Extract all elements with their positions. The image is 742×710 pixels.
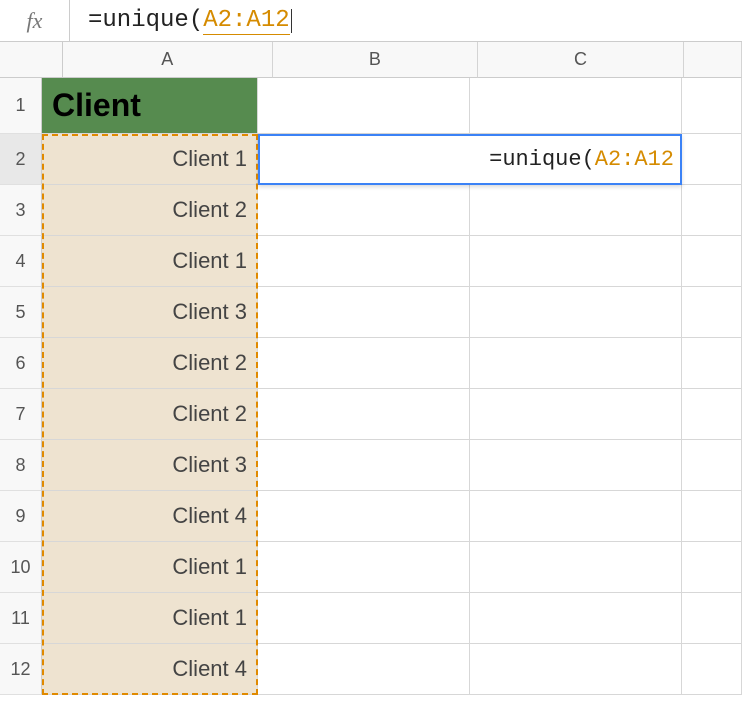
table-row: Client 4 [42, 491, 742, 542]
cell-a1[interactable]: Client [42, 78, 258, 134]
row-header-5[interactable]: 5 [0, 287, 42, 338]
cell-ext4[interactable] [682, 236, 742, 287]
fx-icon[interactable]: fx [0, 0, 70, 41]
cell-ext9[interactable] [682, 491, 742, 542]
cell-b9[interactable] [258, 491, 470, 542]
table-row: Client 3 [42, 287, 742, 338]
cell-ext10[interactable] [682, 542, 742, 593]
table-row: Client 1 [42, 236, 742, 287]
cell-c12[interactable] [470, 644, 682, 695]
cell-b5[interactable] [258, 287, 470, 338]
col-header-ext[interactable] [684, 42, 742, 78]
formula-prefix: =unique( [88, 7, 203, 34]
cell-c1[interactable] [470, 78, 682, 134]
table-row: Client 1 [42, 542, 742, 593]
row-header-9[interactable]: 9 [0, 491, 42, 542]
cell-ext1[interactable] [682, 78, 742, 134]
cell-a10[interactable]: Client 1 [42, 542, 258, 593]
cell-b8[interactable] [258, 440, 470, 491]
cell-b12[interactable] [258, 644, 470, 695]
cell-c4[interactable] [470, 236, 682, 287]
row-header-2[interactable]: 2 [0, 134, 42, 185]
cell-a2[interactable]: Client 1 [42, 134, 258, 185]
formula-range-ref: A2:A12 [203, 7, 289, 35]
table-row: Client 3 [42, 440, 742, 491]
row-header-4[interactable]: 4 [0, 236, 42, 287]
cell-a3[interactable]: Client 2 [42, 185, 258, 236]
column-headers: A B C [63, 42, 742, 78]
cell-a8[interactable]: Client 3 [42, 440, 258, 491]
cell-b10[interactable] [258, 542, 470, 593]
cell-b4[interactable] [258, 236, 470, 287]
cell-c6[interactable] [470, 338, 682, 389]
cell-a5[interactable]: Client 3 [42, 287, 258, 338]
cell-c7[interactable] [470, 389, 682, 440]
cell-c10[interactable] [470, 542, 682, 593]
table-row: Client 1 [42, 593, 742, 644]
cell-ext11[interactable] [682, 593, 742, 644]
cell-b7[interactable] [258, 389, 470, 440]
table-row: Client 2 [42, 185, 742, 236]
cell-ext8[interactable] [682, 440, 742, 491]
row-header-8[interactable]: 8 [0, 440, 42, 491]
cell-a6[interactable]: Client 2 [42, 338, 258, 389]
active-cell-prefix: =unique( [489, 147, 595, 172]
cells-area: Client Client 1 Client 2 Client 1 [42, 78, 742, 695]
text-cursor [291, 9, 292, 33]
col-header-a[interactable]: A [63, 42, 273, 78]
row-header-10[interactable]: 10 [0, 542, 42, 593]
cell-a4[interactable]: Client 1 [42, 236, 258, 287]
cell-c8[interactable] [470, 440, 682, 491]
formula-bar: fx =unique(A2:A12 [0, 0, 742, 42]
cell-ext3[interactable] [682, 185, 742, 236]
row-headers: 1 2 3 4 5 6 7 8 9 10 11 12 [0, 78, 42, 695]
row-header-1[interactable]: 1 [0, 78, 42, 134]
cell-ext7[interactable] [682, 389, 742, 440]
active-cell-editor[interactable]: =unique(A2:A12 [258, 134, 682, 185]
table-row: Client 4 [42, 644, 742, 695]
cell-a12[interactable]: Client 4 [42, 644, 258, 695]
row-header-11[interactable]: 11 [0, 593, 42, 644]
row-header-7[interactable]: 7 [0, 389, 42, 440]
select-all-corner[interactable] [0, 42, 63, 78]
col-header-b[interactable]: B [273, 42, 479, 78]
row-header-6[interactable]: 6 [0, 338, 42, 389]
cell-c11[interactable] [470, 593, 682, 644]
cell-ext5[interactable] [682, 287, 742, 338]
cell-a7[interactable]: Client 2 [42, 389, 258, 440]
col-header-c[interactable]: C [478, 42, 684, 78]
cell-a11[interactable]: Client 1 [42, 593, 258, 644]
cell-ext12[interactable] [682, 644, 742, 695]
table-row: Client 2 [42, 389, 742, 440]
cell-c3[interactable] [470, 185, 682, 236]
cell-b3[interactable] [258, 185, 470, 236]
row-header-3[interactable]: 3 [0, 185, 42, 236]
formula-input[interactable]: =unique(A2:A12 [70, 7, 292, 35]
spreadsheet-grid: A B C 1 2 3 4 5 6 7 8 9 10 11 12 Client [0, 42, 742, 695]
cell-c5[interactable] [470, 287, 682, 338]
cell-b6[interactable] [258, 338, 470, 389]
cell-b1[interactable] [258, 78, 470, 134]
table-row: Client [42, 78, 742, 134]
row-header-12[interactable]: 12 [0, 644, 42, 695]
table-row: Client 2 [42, 338, 742, 389]
cell-c9[interactable] [470, 491, 682, 542]
cell-b11[interactable] [258, 593, 470, 644]
cell-ext6[interactable] [682, 338, 742, 389]
cell-a9[interactable]: Client 4 [42, 491, 258, 542]
active-cell-range-ref: A2:A12 [595, 147, 674, 172]
cell-ext2[interactable] [682, 134, 742, 185]
